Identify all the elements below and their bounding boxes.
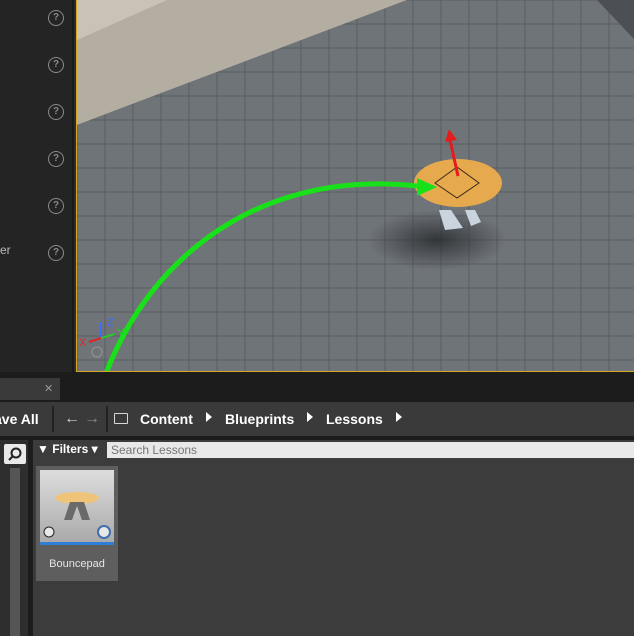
filters-label: Filters (52, 442, 89, 456)
breadcrumb-blueprints[interactable]: Blueprints (225, 411, 294, 427)
search-icon[interactable] (4, 444, 26, 464)
object-shadow (367, 210, 507, 270)
property-label: er (0, 243, 11, 257)
help-icon[interactable]: ? (48, 151, 64, 167)
sources-panel (0, 440, 28, 636)
help-icon[interactable]: ? (48, 198, 64, 214)
help-icon[interactable]: ? (48, 57, 64, 73)
save-all-button[interactable]: ave All (0, 411, 39, 427)
level-viewport[interactable]: Z Y X (76, 0, 634, 372)
chevron-down-icon: ▾ (91, 442, 98, 456)
content-browser-toolbar: ave All ← → Content Blueprints Lessons (0, 402, 634, 436)
breadcrumb-lessons[interactable]: Lessons (326, 411, 383, 427)
scrollbar[interactable] (10, 468, 20, 636)
details-panel: ? ? ? ? ? er ? (0, 0, 74, 372)
back-arrow-icon[interactable]: ← (64, 410, 80, 428)
help-icon[interactable]: ? (48, 10, 64, 26)
help-icon[interactable]: ? (48, 104, 64, 120)
filters-button[interactable]: ▼ Filters ▾ (37, 442, 101, 460)
folder-icon[interactable] (114, 413, 128, 424)
content-browser: ✕ ave All ← → Content Blueprints Lessons… (0, 372, 634, 636)
forward-arrow-icon[interactable]: → (84, 410, 100, 428)
funnel-icon: ▼ (37, 442, 49, 456)
asset-tile[interactable]: Bouncepad (36, 466, 118, 581)
axis-x-label: X (79, 337, 87, 349)
asset-name: Bouncepad (49, 558, 105, 570)
breadcrumb-arrow-icon[interactable] (307, 412, 313, 422)
breadcrumb-arrow-icon[interactable] (396, 412, 402, 422)
breadcrumb-content[interactable]: Content (140, 411, 193, 427)
help-icon[interactable]: ? (48, 245, 64, 261)
axis-z-label: Z (107, 317, 114, 329)
asset-thumbnail (40, 470, 114, 545)
breadcrumb-arrow-icon[interactable] (206, 412, 212, 422)
axis-y-label: Y (117, 327, 125, 339)
close-icon[interactable]: ✕ (44, 382, 53, 395)
asset-view: ▼ Filters ▾ Bouncepad (33, 440, 634, 636)
search-input[interactable] (107, 442, 634, 458)
